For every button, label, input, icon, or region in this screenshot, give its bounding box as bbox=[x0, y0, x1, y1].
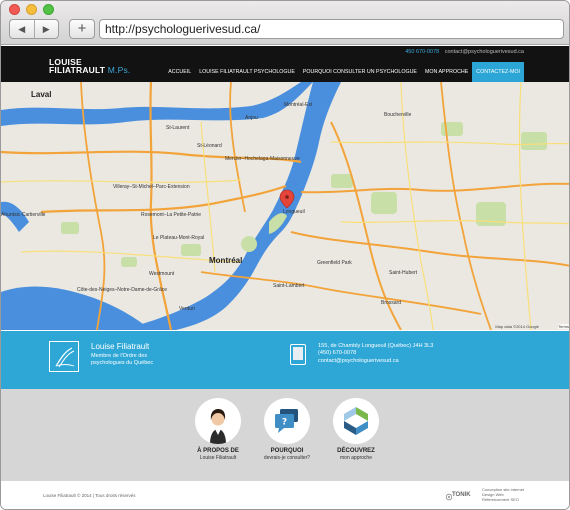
map-label-verdun: Verdun bbox=[179, 306, 195, 312]
new-tab-button[interactable]: + bbox=[69, 19, 95, 39]
phone-text[interactable]: (450) 670-0078 bbox=[318, 350, 433, 357]
features-section: À PROPOS DE Louise Filiatrault ? POURQUO… bbox=[1, 389, 569, 481]
map-label-laval: Laval bbox=[31, 90, 52, 99]
agency-credits: Conception site internet Design Web Réfé… bbox=[482, 487, 524, 502]
map-label-saint-leonard: St-Léonard bbox=[197, 143, 222, 149]
main-nav: ACCUEIL LOUISE FILIATRAULT PSYCHOLOGUE P… bbox=[164, 62, 524, 82]
back-arrow-icon: ◀ bbox=[18, 23, 26, 34]
approach-logo-graphic bbox=[344, 407, 368, 435]
agency-logo[interactable]: TONIK bbox=[446, 489, 478, 503]
map-terms-link[interactable]: Terms bbox=[558, 324, 569, 329]
svg-text:?: ? bbox=[282, 418, 287, 428]
close-window-button[interactable] bbox=[9, 4, 20, 15]
brand-suffix: M.Ps. bbox=[107, 65, 131, 75]
map-label-mercier: Mercier–Hochelaga-Maisonneuve bbox=[225, 156, 300, 162]
site-header: LOUISE FILIATRAULT M.Ps. 450 670-0078 co… bbox=[1, 46, 569, 82]
site-footer: Louise Filiatrault © 2014 | Tous droits … bbox=[1, 481, 569, 509]
site-logo[interactable]: LOUISE FILIATRAULT M.Ps. bbox=[49, 58, 131, 75]
map-label-boucherville: Boucherville bbox=[384, 112, 412, 118]
back-button[interactable]: ◀ bbox=[10, 20, 34, 38]
header-email[interactable]: contact@psychologuerivesud.ca bbox=[445, 49, 524, 55]
feature-approach-title: DÉCOUVREZ bbox=[337, 448, 375, 454]
map-label-greenfield: Greenfield Park bbox=[317, 260, 352, 266]
agency-name: TONIK bbox=[452, 492, 471, 498]
signature-logo-icon bbox=[49, 341, 79, 372]
browser-window: ◀ ▶ + http://psychologuerivesud.ca/ LOUI… bbox=[0, 0, 570, 510]
feature-about[interactable]: À PROPOS DE Louise Filiatrault bbox=[178, 398, 258, 461]
google-map[interactable]: Laval Montréal Longueuil Boucherville St… bbox=[1, 82, 569, 330]
speech-bubble-graphic: ? bbox=[275, 409, 298, 433]
header-phone[interactable]: 450 670-0078 bbox=[405, 49, 439, 55]
speech-bubble-question-icon: ? bbox=[264, 398, 310, 444]
browser-toolbar: ◀ ▶ + http://psychologuerivesud.ca/ bbox=[1, 1, 569, 45]
history-buttons: ◀ ▶ bbox=[9, 19, 59, 39]
nav-item-louise-filiatrault[interactable]: LOUISE FILIATRAULT PSYCHOLOGUE bbox=[195, 62, 299, 82]
plus-icon: + bbox=[77, 20, 87, 37]
forward-button[interactable]: ▶ bbox=[33, 20, 59, 38]
address-card-icon bbox=[290, 344, 306, 365]
credit-line-3: Référencement SEO bbox=[482, 497, 519, 502]
contact-details: 155, de Chambly Longueuil (Québec) J4H 3… bbox=[318, 343, 433, 365]
feature-why-title: POURQUOI bbox=[270, 448, 304, 454]
feature-approach-subtitle: mon approche bbox=[340, 455, 372, 461]
copyright-text: Louise Filiatrault © 2014 | Tous droits … bbox=[43, 493, 136, 498]
map-label-saint-laurent: St-Laurent bbox=[166, 125, 190, 131]
nav-item-mon-approche[interactable]: MON APPROCHE bbox=[421, 62, 472, 82]
contact-info-band: Louise Filiatrault Membre de l'Ordre des… bbox=[1, 331, 569, 389]
map-label-montreal-est: Montréal-Est bbox=[284, 102, 313, 108]
map-data-credit: Map data ©2014 Google bbox=[495, 324, 539, 329]
feature-about-title: À PROPOS DE bbox=[197, 448, 239, 454]
feature-why-subtitle: devrais-je consulter? bbox=[263, 455, 311, 461]
nav-item-contactez-moi[interactable]: CONTACTEZ-MOI bbox=[472, 62, 524, 82]
therapist-name: Louise Filiatrault bbox=[91, 342, 150, 351]
minimize-window-button[interactable] bbox=[26, 4, 37, 15]
therapist-credentials: Membre de l'Ordre des psychologues du Qu… bbox=[91, 353, 154, 366]
address-text: 155, de Chambly Longueuil (Québec) J4H 3… bbox=[318, 343, 434, 349]
map-label-villeray: Villeray–St-Michel–Parc-Extension bbox=[113, 184, 190, 190]
maximize-window-button[interactable] bbox=[43, 4, 54, 15]
feature-about-subtitle: Louise Filiatrault bbox=[199, 455, 237, 461]
map-label-anjou: Anjou bbox=[245, 115, 258, 121]
nav-item-pourquoi-consulter[interactable]: POURQUOI CONSULTER UN PSYCHOLOGUE bbox=[299, 62, 421, 82]
map-label-cdn: Côte-des-Neiges–Notre-Dame-de-Grâce bbox=[77, 287, 168, 293]
nav-item-accueil[interactable]: ACCUEIL bbox=[164, 62, 195, 82]
map-label-plateau: Le Plateau-Mont-Royal bbox=[153, 235, 205, 241]
map-label-brossard: Brossard bbox=[381, 300, 402, 306]
map-label-longueuil: Longueuil bbox=[283, 209, 305, 215]
signature-logo-graphic bbox=[55, 347, 75, 368]
map-label-saint-lambert: Saint-Lambert bbox=[273, 283, 305, 289]
map-label-ahuntsic: Ahuntsic-Cartierville bbox=[1, 212, 46, 218]
feature-approach[interactable]: DÉCOUVREZ mon approche bbox=[316, 398, 396, 461]
woman-avatar-icon bbox=[195, 398, 241, 444]
forward-arrow-icon: ▶ bbox=[42, 23, 50, 34]
url-text: http://psychologuerivesud.ca/ bbox=[105, 22, 261, 36]
feature-why[interactable]: ? POURQUOI devrais-je consulter? bbox=[247, 398, 327, 461]
email-text[interactable]: contact@psychologuerivesud.ca bbox=[318, 358, 433, 365]
woman-avatar-graphic bbox=[210, 409, 226, 444]
map-label-saint-hubert: Saint-Hubert bbox=[389, 270, 418, 276]
map-label-westmount: Westmount bbox=[149, 271, 175, 277]
map-label-montreal: Montréal bbox=[209, 256, 243, 265]
approach-logo-icon bbox=[333, 398, 379, 444]
address-bar[interactable]: http://psychologuerivesud.ca/ bbox=[99, 19, 564, 39]
map-label-rosemont: Rosemont–La Petite-Patrie bbox=[141, 212, 202, 218]
header-contact: 450 670-0078 contact@psychologuerivesud.… bbox=[405, 49, 524, 55]
brand-last-name: FILIATRAULT bbox=[49, 65, 106, 75]
